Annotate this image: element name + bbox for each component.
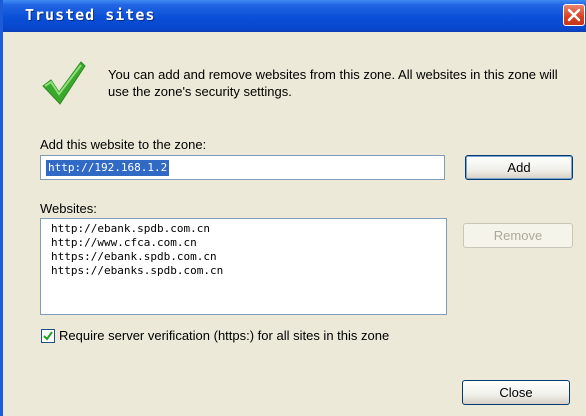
list-item[interactable]: https://ebank.spdb.com.cn xyxy=(51,250,446,264)
zone-description: You can add and remove websites from thi… xyxy=(108,67,558,99)
list-item[interactable]: http://www.cfca.com.cn xyxy=(51,236,446,250)
close-window-button[interactable] xyxy=(563,4,585,26)
websites-list[interactable]: http://ebank.spdb.com.cn http://www.cfca… xyxy=(40,218,447,315)
website-url-input[interactable]: http://192.168.1.2 xyxy=(40,155,445,180)
add-button[interactable]: Add xyxy=(465,155,573,180)
checkmark-icon xyxy=(42,61,86,105)
title-bar[interactable]: Trusted sites xyxy=(3,0,586,32)
website-url-value: http://192.168.1.2 xyxy=(46,160,170,176)
close-button[interactable]: Close xyxy=(462,380,570,405)
remove-button[interactable]: Remove xyxy=(463,223,573,248)
checkbox-check-icon xyxy=(43,331,53,341)
add-website-label: Add this website to the zone: xyxy=(40,137,207,152)
require-verification-checkbox[interactable] xyxy=(41,329,55,343)
websites-label: Websites: xyxy=(40,201,97,216)
list-item[interactable]: https://ebanks.spdb.com.cn xyxy=(51,264,446,278)
close-icon xyxy=(567,8,581,22)
dialog-title: Trusted sites xyxy=(25,6,156,24)
trusted-sites-dialog: Trusted sites You can add and remove web… xyxy=(0,0,586,416)
list-item[interactable]: http://ebank.spdb.com.cn xyxy=(51,222,446,236)
require-verification-label[interactable]: Require server verification (https:) for… xyxy=(59,328,389,343)
